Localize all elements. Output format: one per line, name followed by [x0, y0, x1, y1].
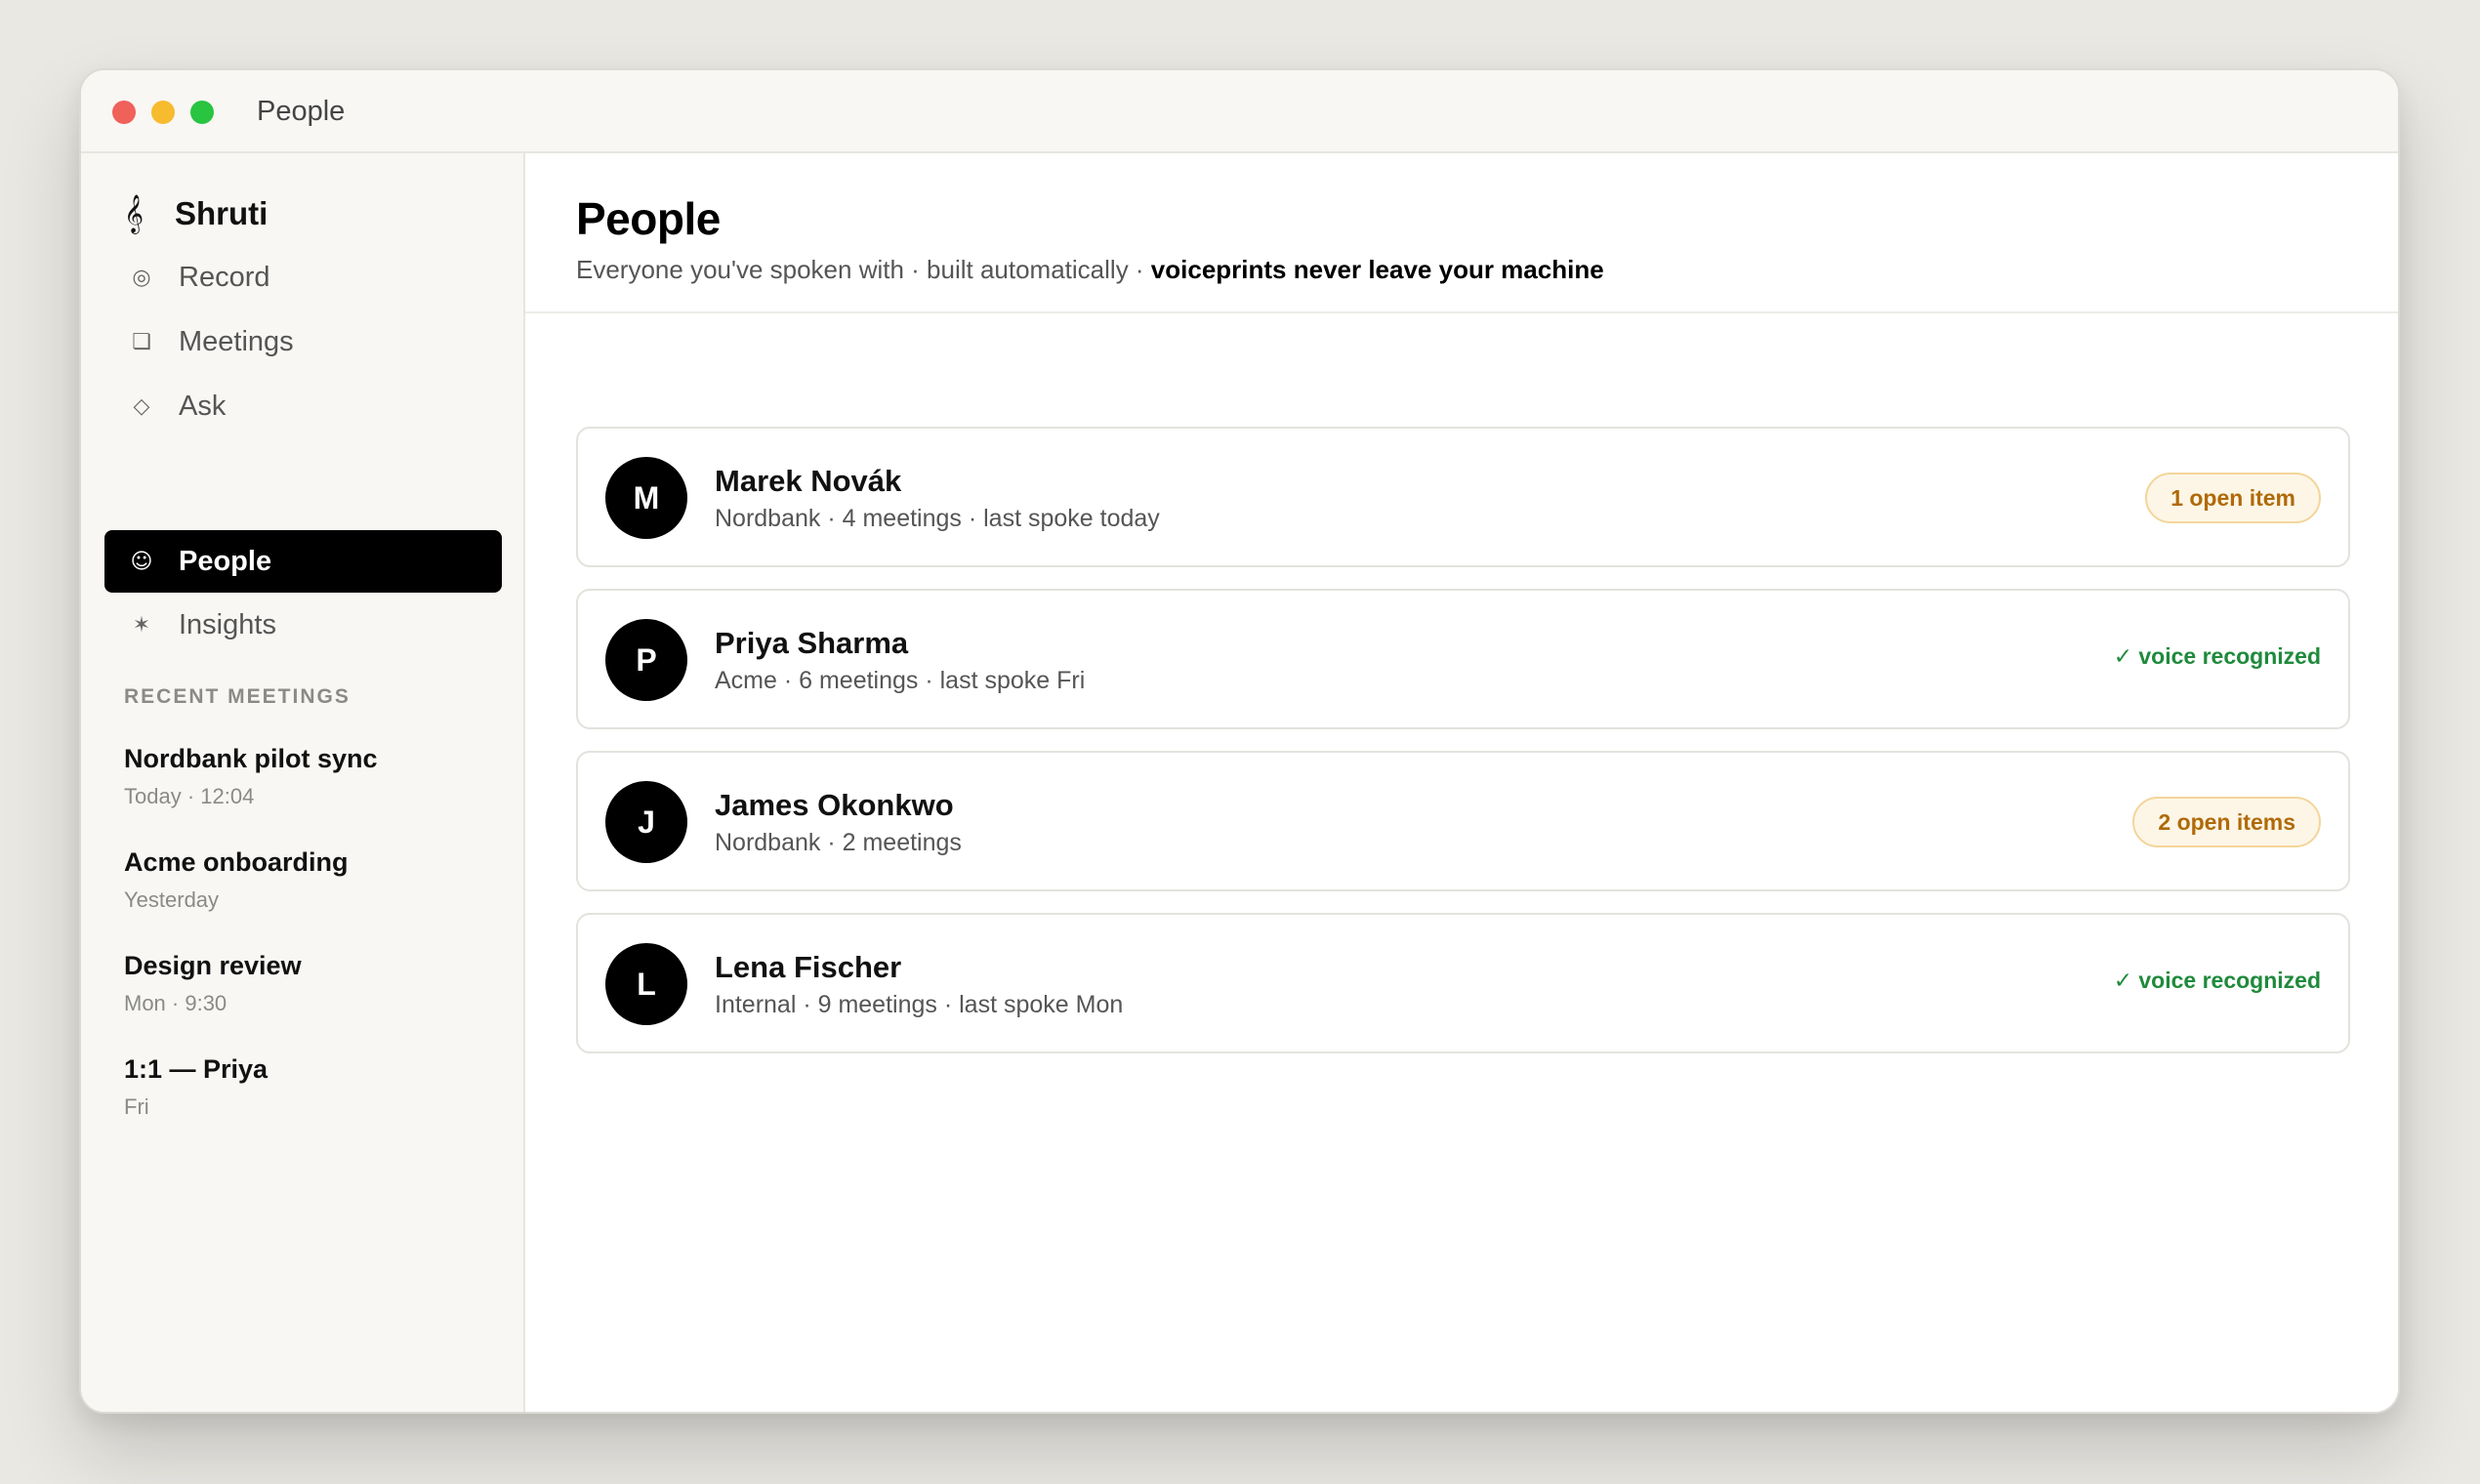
person-name: Lena Fischer: [715, 950, 902, 984]
sidebar-item-ask[interactable]: ◇ Ask: [104, 375, 502, 437]
person-meta: Nordbank · 2 meetings: [715, 829, 962, 856]
avatar: M: [605, 457, 687, 539]
avatar: J: [605, 781, 687, 863]
sidebar-item-insights[interactable]: ✶ Insights: [104, 594, 502, 656]
sidebar-item-label: Ask: [179, 390, 227, 422]
subtitle-emphasis: voiceprints never leave your machine: [1150, 255, 1604, 284]
sparkle-icon: ✶: [132, 612, 151, 638]
voice-recognized-status: ✓ voice recognized: [2113, 643, 2321, 669]
sidebar-item-label: Insights: [179, 608, 276, 640]
app-window: People 𝄞 Shruti ◎ Record ❏ Meetings ◇ As…: [79, 68, 2400, 1414]
recent-meeting-time: Yesterday: [124, 887, 220, 912]
page-header: People Everyone you've spoken with · bui…: [525, 153, 2398, 313]
recent-meeting-item[interactable]: Acme onboarding Yesterday: [124, 847, 495, 913]
window-title: People: [257, 96, 346, 127]
recent-meeting-time: Fri: [124, 1094, 149, 1119]
recent-meeting-title: Design review: [124, 951, 302, 980]
close-window-button[interactable]: [112, 101, 136, 124]
recent-meetings-heading: RECENT MEETINGS: [124, 685, 351, 708]
diamond-icon: ◇: [133, 393, 150, 419]
recent-meeting-item[interactable]: Design review Mon · 9:30: [124, 951, 495, 1016]
minimize-window-button[interactable]: [151, 101, 175, 124]
main-content: People Everyone you've spoken with · bui…: [525, 153, 2398, 1412]
person-card[interactable]: P Priya Sharma Acme · 6 meetings · last …: [576, 589, 2350, 729]
sidebar-item-label: People: [179, 545, 272, 577]
recent-meeting-title: Nordbank pilot sync: [124, 744, 378, 773]
sidebar-item-label: Meetings: [179, 325, 294, 357]
person-card[interactable]: J James Okonkwo Nordbank · 2 meetings 2 …: [576, 751, 2350, 891]
person-name: Priya Sharma: [715, 626, 909, 660]
person-name: Marek Novák: [715, 464, 902, 498]
sidebar: 𝄞 Shruti ◎ Record ❏ Meetings ◇ Ask ☺ Peo…: [81, 153, 525, 1412]
person-card[interactable]: M Marek Novák Nordbank · 4 meetings · la…: [576, 427, 2350, 567]
avatar: L: [605, 943, 687, 1025]
sidebar-item-people[interactable]: ☺ People: [104, 530, 502, 593]
smiley-icon: ☺: [130, 549, 153, 574]
subtitle-text: Everyone you've spoken with · built auto…: [576, 255, 1151, 284]
maximize-window-button[interactable]: [190, 101, 214, 124]
open-items-badge[interactable]: 2 open items: [2132, 797, 2321, 847]
person-name: James Okonkwo: [715, 788, 954, 822]
brand: 𝄞 Shruti: [124, 192, 268, 235]
recent-meeting-time: Today · 12:04: [124, 784, 255, 808]
record-icon: ◎: [132, 265, 151, 290]
page-subtitle: Everyone you've spoken with · built auto…: [576, 255, 1604, 285]
open-items-badge[interactable]: 1 open item: [2145, 473, 2321, 523]
sidebar-item-meetings[interactable]: ❏ Meetings: [104, 310, 502, 373]
sidebar-item-record[interactable]: ◎ Record: [104, 246, 502, 309]
treble-clef-icon: 𝄞: [124, 194, 145, 232]
recent-meeting-item[interactable]: 1:1 — Priya Fri: [124, 1054, 495, 1120]
recent-meeting-title: Acme onboarding: [124, 847, 349, 877]
recent-meeting-time: Mon · 9:30: [124, 991, 227, 1015]
recent-meeting-item[interactable]: Nordbank pilot sync Today · 12:04: [124, 744, 495, 809]
person-meta: Nordbank · 4 meetings · last spoke today: [715, 505, 1160, 532]
title-bar: People: [81, 70, 2398, 153]
recent-meeting-title: 1:1 — Priya: [124, 1054, 269, 1084]
sidebar-item-label: Record: [179, 261, 270, 293]
page-title: People: [576, 193, 721, 244]
avatar: P: [605, 619, 687, 701]
meetings-icon: ❏: [132, 329, 151, 354]
person-meta: Acme · 6 meetings · last spoke Fri: [715, 667, 1086, 694]
brand-name: Shruti: [175, 195, 269, 231]
person-card[interactable]: L Lena Fischer Internal · 9 meetings · l…: [576, 913, 2350, 1053]
person-meta: Internal · 9 meetings · last spoke Mon: [715, 991, 1124, 1018]
voice-recognized-status: ✓ voice recognized: [2113, 968, 2321, 993]
